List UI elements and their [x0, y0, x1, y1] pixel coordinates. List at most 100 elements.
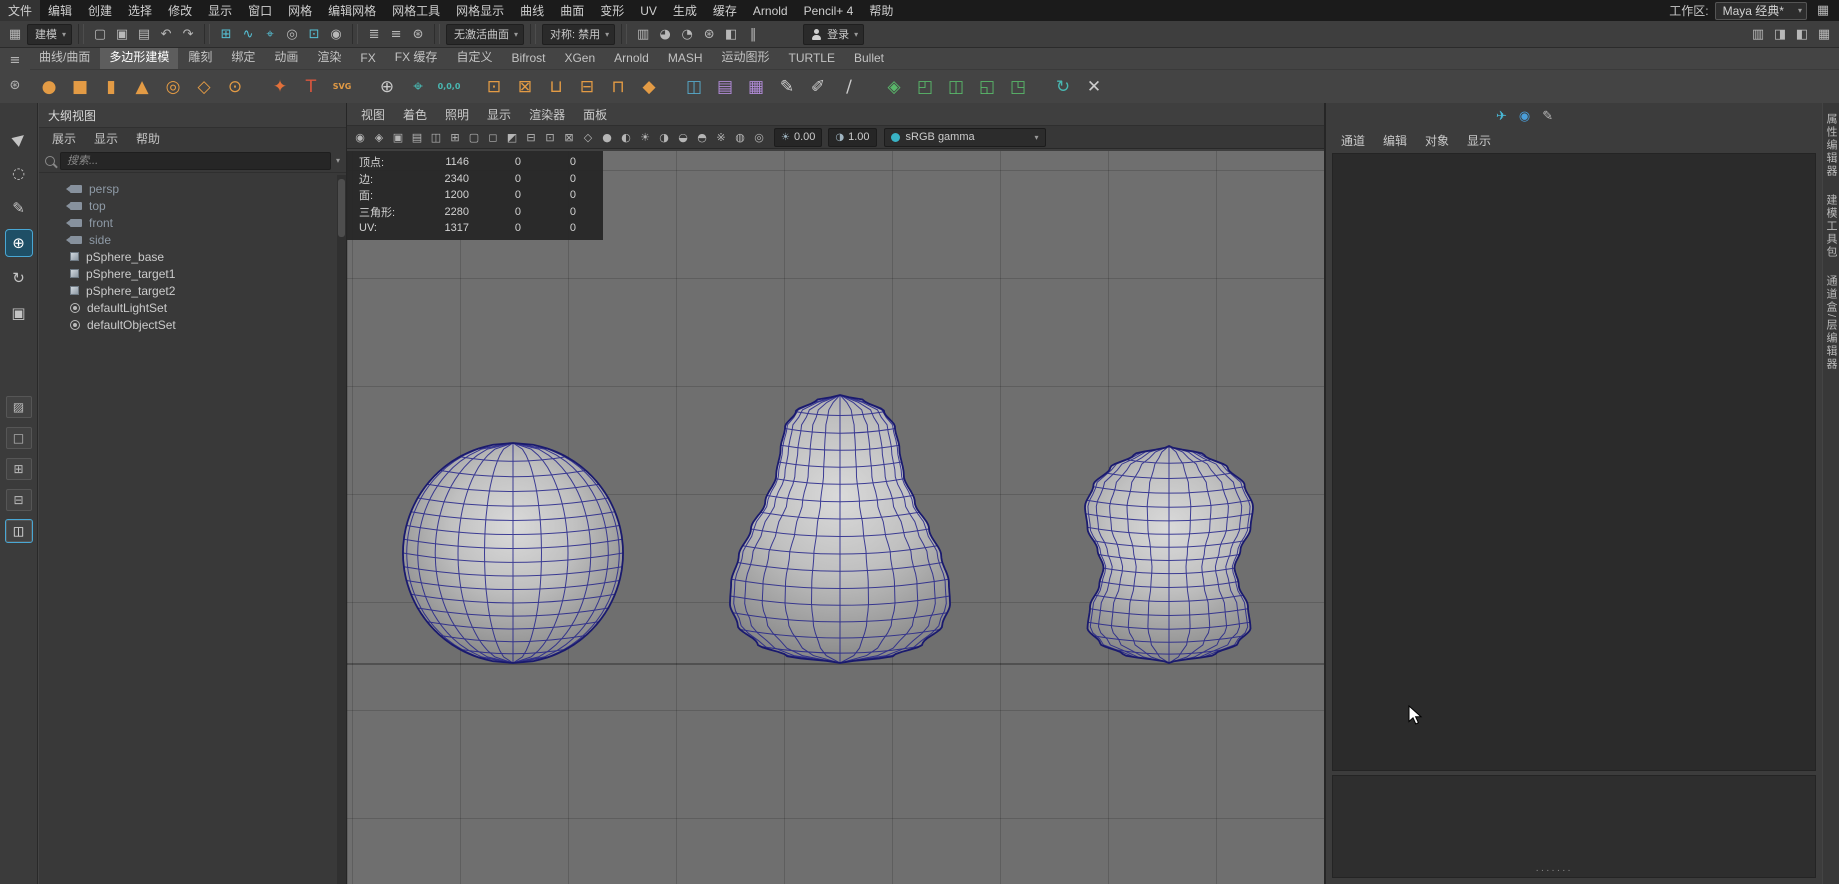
bevel-icon[interactable]: ◳: [1004, 73, 1032, 101]
curve-warp-icon[interactable]: ↻: [1049, 73, 1077, 101]
wireframe-mode-icon[interactable]: ◇: [579, 128, 597, 146]
snap-to-view-plane-icon[interactable]: ⊡: [304, 24, 324, 44]
poly-cube-icon[interactable]: ■: [66, 73, 94, 101]
search-filter-chevron-icon[interactable]: ▾: [336, 156, 340, 165]
menubar-item[interactable]: 文件: [0, 0, 40, 21]
shelf-tab[interactable]: FX 缓存: [386, 45, 447, 69]
menuset-selector[interactable]: 建模▾: [27, 24, 72, 45]
scale-tool[interactable]: ▣: [6, 300, 32, 326]
image-plane-icon[interactable]: ◫: [427, 128, 445, 146]
outliner-scrollbar[interactable]: [337, 175, 346, 884]
safe-action-icon[interactable]: ⊡: [541, 128, 559, 146]
move-tool[interactable]: ⊕: [6, 230, 32, 256]
anti-aliasing-icon[interactable]: ※: [712, 128, 730, 146]
shelf-tab[interactable]: 多边形建模: [100, 45, 178, 69]
poly-cylinder-icon[interactable]: ▮: [97, 73, 125, 101]
shelf-tab[interactable]: Arnold: [605, 48, 658, 69]
user-icon[interactable]: ◉: [1519, 109, 1530, 124]
pencil-icon[interactable]: ✎: [1542, 109, 1553, 124]
svg-tool-icon[interactable]: SVG: [328, 73, 356, 101]
viewport-menu-item[interactable]: 照明: [436, 106, 478, 123]
hamburger-icon[interactable]: ≡: [10, 53, 21, 68]
menubar-item[interactable]: 变形: [592, 0, 632, 21]
shelf-tab[interactable]: 自定义: [447, 45, 501, 69]
layout-two-pane-button[interactable]: ⊟: [6, 489, 32, 511]
construction-history-icon[interactable]: ⊛: [408, 24, 428, 44]
snap-to-point-icon[interactable]: ⌖: [260, 24, 280, 44]
undo-icon[interactable]: ↶: [156, 24, 176, 44]
exposure-field[interactable]: ☀ 0.00: [774, 128, 822, 147]
boolean-difference-icon[interactable]: ⊟: [573, 73, 601, 101]
paint-select-tool[interactable]: ✎: [6, 195, 32, 221]
layout-four-pane-button[interactable]: ⊞: [6, 458, 32, 480]
shelf-tab[interactable]: 运动图形: [713, 45, 779, 69]
outliner-item[interactable]: persp: [39, 180, 337, 197]
sweep-mesh-icon[interactable]: ✦: [266, 73, 294, 101]
toggle-attribute-editor-icon[interactable]: ◨: [1770, 24, 1790, 44]
menubar-item[interactable]: 缓存: [705, 0, 745, 21]
select-tool[interactable]: ▶: [6, 125, 32, 151]
output-connections-icon[interactable]: ≡: [386, 24, 406, 44]
camera-select-icon[interactable]: ◉: [351, 128, 369, 146]
boolean-union-icon[interactable]: ⊔: [542, 73, 570, 101]
outliner-menu-item[interactable]: 显示: [85, 130, 127, 147]
viewport-menu-item[interactable]: 显示: [478, 106, 520, 123]
mirror-icon[interactable]: ◫: [680, 73, 708, 101]
bookmarks-icon[interactable]: ▤: [408, 128, 426, 146]
poly-cone-icon[interactable]: ▲: [128, 73, 156, 101]
channel-box-menu-item[interactable]: 显示: [1458, 132, 1500, 149]
smooth-icon[interactable]: ◆: [635, 73, 663, 101]
outliner-item[interactable]: pSphere_target1: [39, 265, 337, 282]
use-all-lights-icon[interactable]: ☀: [636, 128, 654, 146]
create-polygon-icon[interactable]: ✎: [773, 73, 801, 101]
xray-icon[interactable]: ◍: [731, 128, 749, 146]
viewport-menu-item[interactable]: 视图: [352, 106, 394, 123]
ambient-occlusion-icon[interactable]: ◒: [674, 128, 692, 146]
viewport-canvas[interactable]: 顶点:114600边:234000面:120000三角形:228000UV:13…: [347, 151, 1324, 884]
lock-camera-icon[interactable]: ◈: [370, 128, 388, 146]
delete-edge-icon[interactable]: ✕: [1080, 73, 1108, 101]
redo-icon[interactable]: ↷: [178, 24, 198, 44]
snap-together-icon[interactable]: ⌖: [404, 73, 432, 101]
separate-icon[interactable]: ⊠: [511, 73, 539, 101]
quad-draw-icon[interactable]: ✐: [804, 73, 832, 101]
render-current-frame-icon[interactable]: ◕: [655, 24, 675, 44]
bridge-icon[interactable]: ◫: [942, 73, 970, 101]
grid-toggle-icon[interactable]: ⊞: [446, 128, 464, 146]
poly-pipe-icon[interactable]: ⊙: [221, 73, 249, 101]
layout-menu-button[interactable]: ▨: [6, 396, 32, 418]
sidebar-tab[interactable]: 通道盒/层编辑器: [1823, 275, 1839, 371]
lasso-select-tool[interactable]: ◌: [6, 160, 32, 186]
layout-outliner-persp-button[interactable]: ◫: [6, 520, 32, 542]
menubar-item[interactable]: 帮助: [861, 0, 901, 21]
isolate-select-icon[interactable]: ◎: [750, 128, 768, 146]
shelf-tab[interactable]: 动画: [265, 45, 307, 69]
menubar-item[interactable]: Arnold: [745, 0, 796, 21]
menubar-item[interactable]: 选择: [120, 0, 160, 21]
render-settings-icon[interactable]: ⊛: [699, 24, 719, 44]
sidebar-tab[interactable]: 属性编辑器: [1823, 113, 1839, 178]
mesh-pSphere_target2[interactable]: [1085, 446, 1253, 663]
menubar-item[interactable]: Pencil+ 4: [796, 0, 862, 21]
mesh-pSphere_target1[interactable]: [730, 395, 950, 663]
shelf-tab[interactable]: 绑定: [222, 45, 264, 69]
layout-single-pane-button[interactable]: □: [6, 427, 32, 449]
new-scene-icon[interactable]: ▢: [90, 24, 110, 44]
shadows-icon[interactable]: ◑: [655, 128, 673, 146]
textured-mode-icon[interactable]: ◐: [617, 128, 635, 146]
open-scene-icon[interactable]: ▣: [112, 24, 132, 44]
field-chart-icon[interactable]: ⊟: [522, 128, 540, 146]
pause-viewport-icon[interactable]: ‖: [743, 24, 763, 44]
active-surface-selector[interactable]: 无激活曲面▾: [446, 24, 524, 45]
sidebar-tab[interactable]: 建模工具包: [1823, 194, 1839, 259]
resize-handle-dots[interactable]: ·······: [1535, 865, 1572, 876]
rotate-tool[interactable]: ↻: [6, 265, 32, 291]
shaded-mode-icon[interactable]: ●: [598, 128, 616, 146]
scrollbar-thumb[interactable]: [338, 179, 345, 237]
login-button[interactable]: 登录▾: [803, 24, 864, 45]
menubar-item[interactable]: 创建: [80, 0, 120, 21]
snap-to-grid-icon[interactable]: ⊞: [216, 24, 236, 44]
outliner-item[interactable]: defaultLightSet: [39, 299, 337, 316]
menubar-item[interactable]: 网格: [280, 0, 320, 21]
outliner-item[interactable]: defaultObjectSet: [39, 316, 337, 333]
